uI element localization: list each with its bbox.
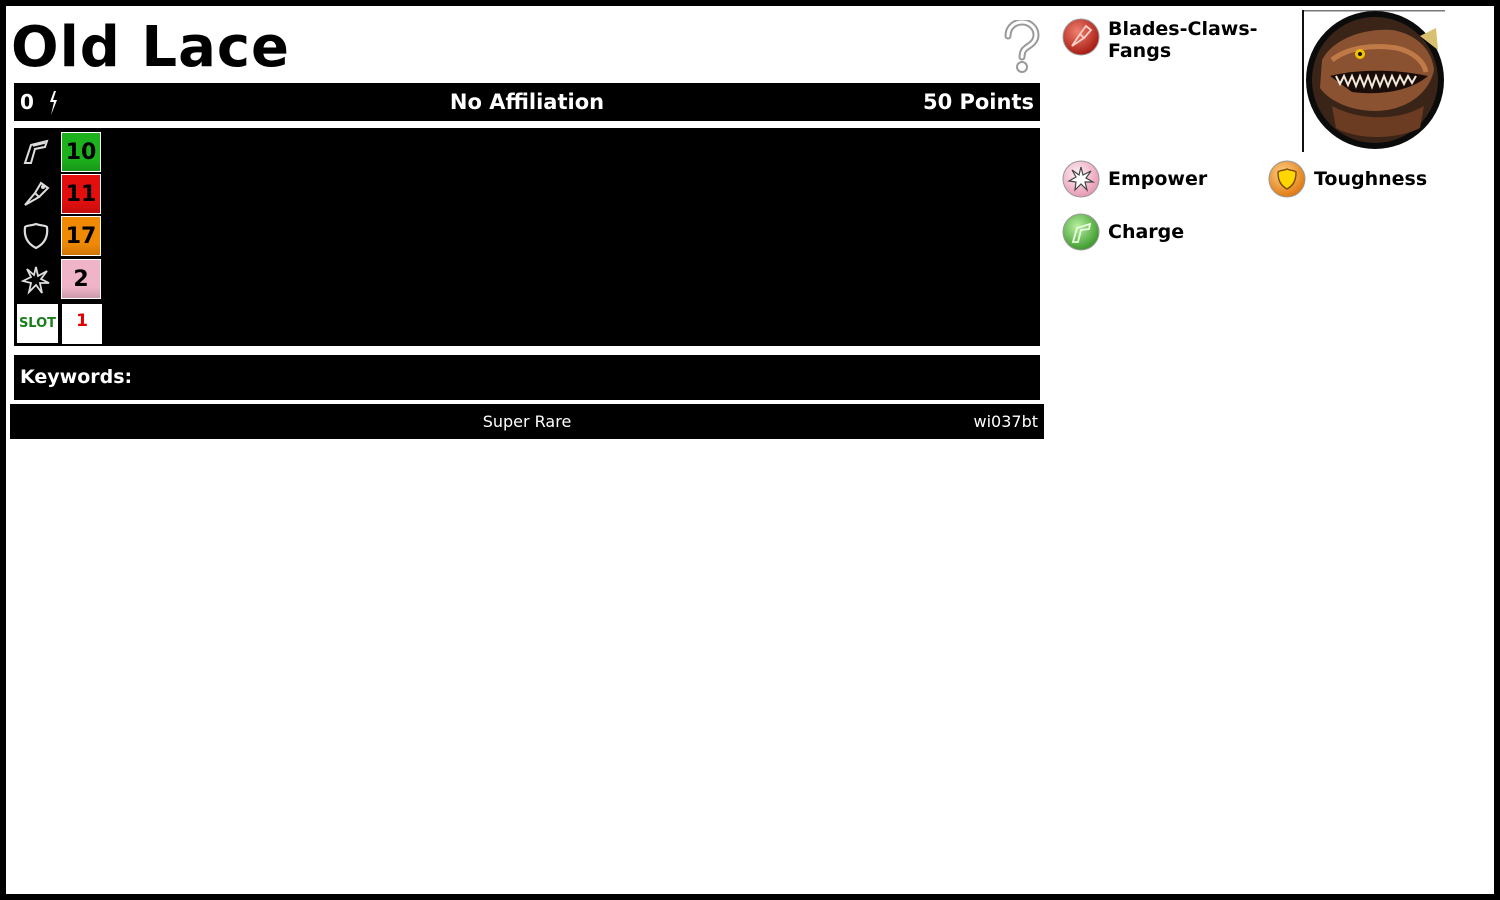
defense-value-text: 17 <box>65 223 97 249</box>
damage-value: 2 <box>61 259 101 299</box>
attack-value: 11 <box>61 174 101 214</box>
speed-value: 10 <box>61 132 101 172</box>
defense-value: 17 <box>61 216 101 256</box>
power-label: Blades-Claws- Fangs <box>1108 18 1258 62</box>
slot-value[interactable]: 1 <box>62 304 102 344</box>
damage-value-text: 2 <box>73 266 89 292</box>
toughness-icon <box>1268 160 1306 198</box>
defense-shield-icon <box>16 216 56 256</box>
affiliation-label: No Affiliation <box>449 90 605 114</box>
combat-dial: 10 11 17 2 SLOT 1 <box>14 128 1040 346</box>
speed-value-text: 10 <box>65 139 97 165</box>
charge-icon <box>1062 213 1100 251</box>
power-charge[interactable]: Charge <box>1062 213 1184 251</box>
affiliation-bar: 0 No Affiliation 50 Points <box>14 83 1040 121</box>
power-label-line-1: Blades-Claws- <box>1108 18 1258 40</box>
keywords-label: Keywords: <box>20 366 133 388</box>
power-label: Empower <box>1108 168 1208 190</box>
rarity-label: Super Rare <box>482 412 572 431</box>
card-frame: Old Lace 0 No Affiliation 50 Points 10 1… <box>6 6 1494 894</box>
power-label: Charge <box>1108 221 1185 243</box>
character-portrait <box>1302 10 1445 152</box>
points-value: 50 Points <box>922 90 1034 114</box>
character-name: Old Lace <box>11 15 291 80</box>
question-mark-icon[interactable] <box>1000 20 1040 74</box>
keywords-bar: Keywords: <box>14 355 1040 400</box>
damage-burst-icon <box>16 260 56 300</box>
power-label-line-2: Fangs <box>1108 40 1172 62</box>
blades-claws-fangs-icon <box>1062 18 1100 56</box>
attack-fist-icon <box>16 174 56 214</box>
power-blades-claws-fangs[interactable]: Blades-Claws- Fangs <box>1062 18 1258 62</box>
attack-value-text: 11 <box>65 181 97 207</box>
power-empower[interactable]: Empower <box>1062 160 1207 198</box>
slot-label: SLOT <box>17 304 58 343</box>
speed-boot-icon <box>16 132 56 172</box>
power-label: Toughness <box>1314 168 1428 190</box>
empower-icon <box>1062 160 1100 198</box>
footer-bar: Super Rare wi037bt <box>10 404 1044 439</box>
set-code: wi037bt <box>973 412 1039 431</box>
power-toughness[interactable]: Toughness <box>1268 160 1427 198</box>
